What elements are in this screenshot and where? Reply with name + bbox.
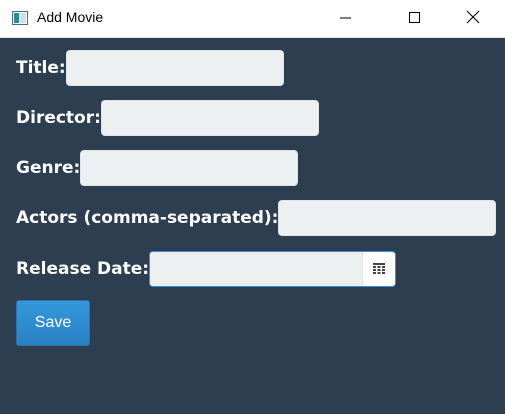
- minimize-button[interactable]: [323, 0, 369, 36]
- close-icon: [466, 9, 480, 28]
- maximize-button[interactable]: [392, 0, 438, 36]
- minimize-icon: [340, 9, 352, 28]
- director-row: Director:: [16, 100, 319, 136]
- genre-input[interactable]: [80, 150, 299, 186]
- genre-row: Genre:: [16, 150, 299, 186]
- actors-row: Actors (comma-separated):: [16, 200, 497, 236]
- window-title: Add Movie: [37, 9, 104, 25]
- title-input[interactable]: [65, 50, 284, 86]
- title-label: Title:: [16, 58, 66, 78]
- add-movie-window: Add Movie Title: Director: Genre: Actors…: [0, 0, 505, 414]
- calendar-button[interactable]: [362, 252, 396, 286]
- title-bar[interactable]: Add Movie: [0, 0, 505, 38]
- director-input[interactable]: [100, 100, 319, 136]
- calendar-icon: [373, 260, 386, 279]
- release-date-label: Release Date:: [16, 259, 150, 279]
- close-button[interactable]: [450, 0, 496, 36]
- release-date-picker[interactable]: [149, 251, 397, 287]
- app-window-icon: [12, 10, 28, 25]
- save-button[interactable]: Save: [16, 300, 90, 346]
- maximize-icon: [409, 9, 421, 28]
- director-label: Director:: [16, 108, 101, 128]
- title-row: Title:: [16, 50, 284, 86]
- release-date-input[interactable]: [150, 252, 363, 286]
- genre-label: Genre:: [16, 158, 81, 178]
- release-date-row: Release Date:: [16, 251, 397, 287]
- actors-label: Actors (comma-separated):: [16, 208, 279, 228]
- actors-input[interactable]: [278, 200, 497, 236]
